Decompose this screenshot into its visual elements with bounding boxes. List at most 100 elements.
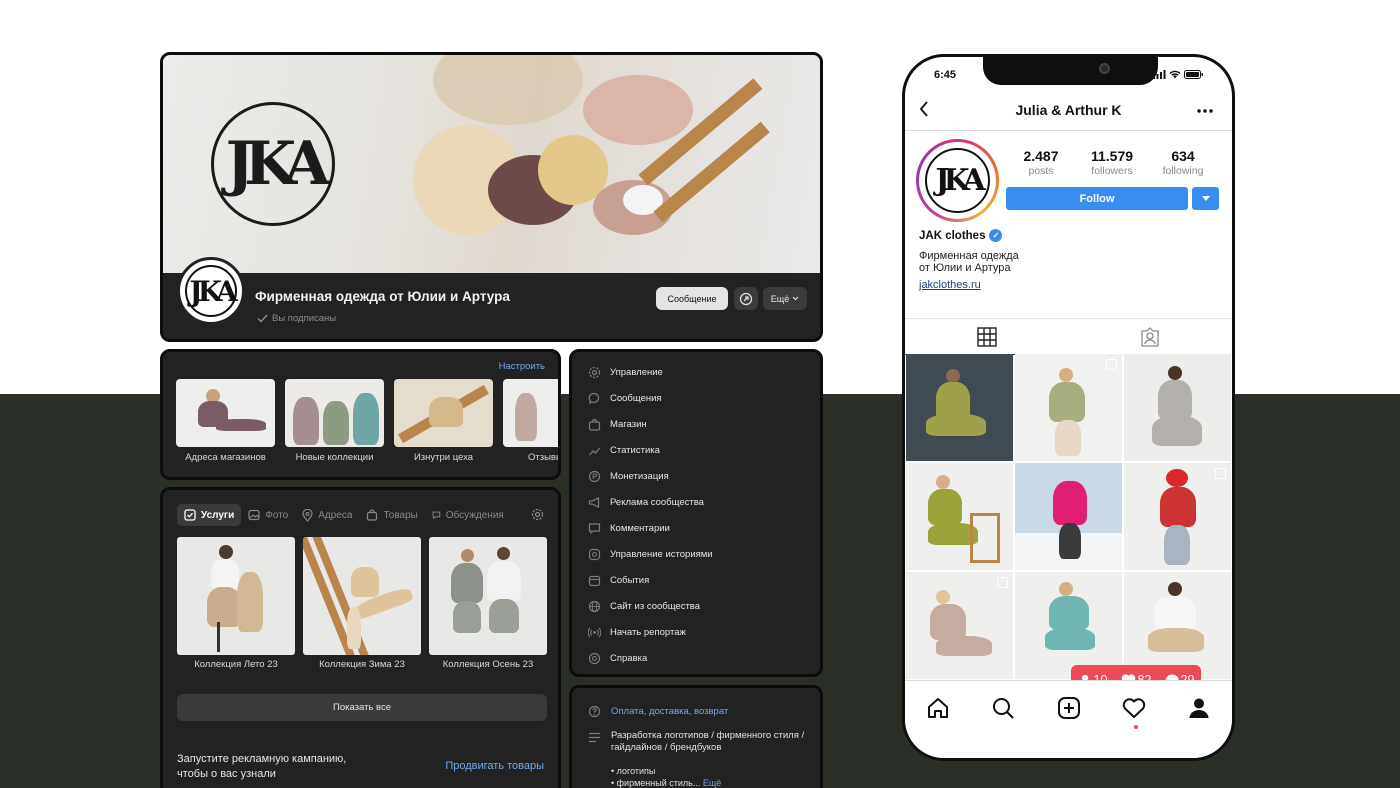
broadcast-icon [588, 627, 601, 638]
profile-website-link[interactable]: jakclothes.ru [919, 279, 981, 291]
community-avatar[interactable]: JKA [177, 257, 245, 325]
tab-discussions[interactable]: Обсуждения [425, 504, 511, 526]
service-item[interactable]: Коллекция Осень 23 [429, 537, 547, 670]
section-tabs: Услуги Фото Адреса Товары Обсуждения [177, 504, 544, 526]
grid-photo[interactable] [1124, 354, 1231, 461]
stat-followers[interactable]: 11.579 followers [1077, 148, 1147, 177]
follow-button[interactable]: Follow [1006, 187, 1188, 210]
tab-photos[interactable]: Фото [241, 504, 295, 526]
nav-activity[interactable] [1121, 695, 1147, 721]
tab-services[interactable]: Услуги [177, 504, 242, 526]
tab-tagged[interactable] [1069, 319, 1233, 355]
service-label: Коллекция Зима 23 [319, 659, 405, 670]
activity-indicator-dot [1134, 725, 1138, 729]
menu-item-stories[interactable]: Управление историями [588, 548, 713, 561]
chart-icon [589, 447, 601, 456]
tagged-person-icon [1141, 327, 1159, 347]
nav-search[interactable] [990, 695, 1016, 721]
nav-home[interactable] [925, 695, 951, 721]
grid-photo[interactable] [906, 463, 1013, 570]
gear-icon [588, 366, 601, 379]
message-button[interactable]: Сообщение [656, 287, 728, 310]
shop-bag-icon [367, 509, 378, 521]
show-more-link[interactable]: Ещё [703, 778, 721, 788]
service-item[interactable]: Коллекция Зима 23 [303, 537, 421, 670]
community-title: Фирменная одежда от Юлии и Артура [255, 289, 510, 304]
tabs-settings-button[interactable] [531, 508, 544, 526]
services-card: Услуги Фото Адреса Товары Обсуждения Кол… [160, 487, 561, 788]
help-icon [588, 705, 601, 718]
profile-avatar[interactable]: JKA [916, 139, 999, 222]
menu-item-monetization[interactable]: Монетизация [588, 470, 669, 483]
album-label: Отзывы [528, 452, 561, 463]
show-all-button[interactable]: Показать все [177, 694, 547, 721]
more-button[interactable]: Ещё [763, 287, 807, 310]
more-dots-icon [1197, 109, 1213, 113]
albums-card: Настроить Адреса магазинов Новые коллекц… [160, 349, 561, 480]
menu-item-comments[interactable]: Комментарии [588, 522, 670, 535]
description-icon [589, 732, 600, 743]
grid-photo[interactable] [1015, 463, 1122, 570]
subscribed-label: Вы подписаны [272, 313, 337, 324]
service-item[interactable]: Коллекция Лето 23 [177, 537, 295, 670]
nav-new-post[interactable] [1056, 695, 1082, 721]
grid-photo[interactable] [1124, 463, 1231, 570]
calendar-icon [588, 575, 601, 587]
album-item[interactable]: Новые коллекции [285, 379, 384, 463]
album-item[interactable]: Изнутри цеха [394, 379, 493, 463]
chevron-down-icon [792, 296, 799, 301]
album-item[interactable]: Отзывы [503, 379, 561, 463]
grid-icon [977, 326, 997, 347]
service-thumbnail [303, 537, 421, 655]
nav-profile[interactable] [1186, 695, 1212, 721]
stat-posts: 2.487 posts [1023, 148, 1059, 177]
phone-notch [983, 57, 1158, 85]
grid-photo[interactable] [1015, 572, 1122, 679]
cover-info-bar: JKA Фирменная одежда от Юлии и Артура Вы… [163, 257, 820, 339]
bullet-style: • фирменный стиль... Ещё [611, 778, 722, 788]
menu-item-messages[interactable]: Сообщения [588, 392, 662, 405]
menu-item-events[interactable]: События [588, 574, 649, 587]
tab-grid[interactable] [905, 319, 1069, 355]
service-label: Коллекция Лето 23 [194, 659, 278, 670]
coin-icon [588, 470, 601, 483]
album-item[interactable]: Адреса магазинов [176, 379, 275, 463]
setup-link[interactable]: Настроить [499, 361, 545, 372]
payment-delivery-link[interactable]: Оплата, доставка, возврат [611, 706, 728, 717]
tab-addresses[interactable]: Адреса [295, 504, 359, 526]
battery-icon [1184, 70, 1203, 79]
community-cover-card: JKA JKA Фирменная одежда от Юлии и Артур… [160, 52, 823, 342]
menu-item-statistics[interactable]: Статистика [588, 444, 660, 457]
album-label: Адреса магазинов [185, 452, 266, 463]
stat-following[interactable]: 634 following [1148, 148, 1218, 177]
grid-photo[interactable] [1124, 572, 1231, 679]
grid-photo[interactable] [906, 572, 1013, 679]
menu-item-broadcast[interactable]: Начать репортаж [588, 626, 686, 639]
shop-bag-icon [588, 418, 601, 431]
promote-products-link[interactable]: Продвигать товары [445, 760, 544, 772]
profile-name: JAK clothes ✓ [919, 229, 1003, 242]
verified-icon: ✓ [989, 229, 1003, 242]
profile-icon [1189, 698, 1209, 718]
status-time: 6:45 [934, 69, 957, 81]
album-label: Изнутри цеха [413, 452, 474, 463]
promo-text: Запустите рекламную кампанию, чтобы о ва… [177, 753, 347, 780]
more-label: Ещё [770, 293, 790, 304]
more-options-button[interactable] [1197, 97, 1213, 118]
menu-item-help[interactable]: Справка [588, 652, 647, 665]
menu-item-community-ads[interactable]: Реклама сообщества [588, 496, 704, 509]
share-button[interactable] [734, 287, 758, 310]
menu-item-site[interactable]: Сайт из сообщества [588, 600, 700, 613]
album-label: Новые коллекции [295, 452, 374, 463]
bullet-logos: • логотипы [611, 766, 656, 776]
follow-dropdown-button[interactable] [1192, 187, 1219, 210]
album-thumbnail [176, 379, 275, 447]
menu-item-management[interactable]: Управление [588, 366, 663, 379]
tab-products[interactable]: Товары [359, 504, 424, 526]
grid-photo[interactable] [906, 354, 1013, 461]
search-icon [993, 698, 1014, 719]
signal-icon [1153, 70, 1166, 79]
grid-photo[interactable] [1015, 354, 1122, 461]
album-thumbnail [394, 379, 493, 447]
menu-item-shop[interactable]: Магазин [588, 418, 647, 431]
